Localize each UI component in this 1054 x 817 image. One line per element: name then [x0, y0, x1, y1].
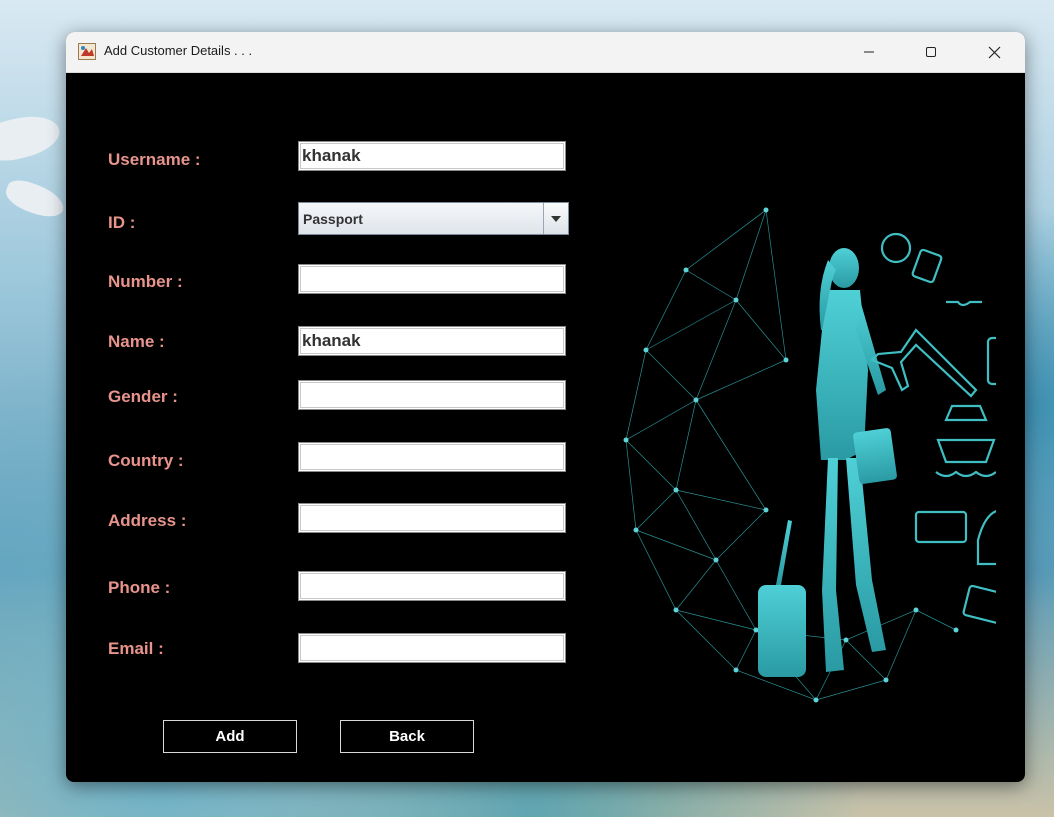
- dropdown-arrow-button[interactable]: [543, 203, 568, 234]
- add-button[interactable]: Add: [163, 720, 297, 753]
- sunglasses-icon: [946, 300, 982, 307]
- chevron-down-icon: [551, 215, 561, 222]
- background-plane-shape: [0, 108, 64, 168]
- java-app-icon: [78, 43, 96, 60]
- gender-input[interactable]: [298, 380, 566, 410]
- country-input[interactable]: [298, 442, 566, 472]
- traveler-woman-silhouette: [816, 248, 897, 672]
- phone-label: Phone :: [108, 578, 171, 597]
- id-label: ID :: [108, 213, 136, 232]
- address-label: Address :: [108, 511, 187, 530]
- title-bar[interactable]: Add Customer Details . . .: [66, 32, 1025, 73]
- airplane-icon: [870, 328, 978, 398]
- username-label: Username :: [108, 150, 201, 169]
- email-input[interactable]: [298, 633, 566, 663]
- number-input[interactable]: [298, 264, 566, 294]
- map-icon: [911, 248, 943, 284]
- maximize-button[interactable]: [908, 32, 954, 72]
- luggage-icon: [986, 336, 996, 386]
- maximize-icon: [926, 47, 936, 57]
- email-label: Email :: [108, 639, 164, 658]
- minimize-icon: [864, 51, 874, 53]
- minimize-button[interactable]: [846, 32, 892, 72]
- id-type-select[interactable]: Passport: [298, 202, 569, 235]
- name-input[interactable]: khanak: [298, 326, 566, 356]
- travel-icons-ring: [870, 232, 996, 626]
- country-label: Country :: [108, 451, 184, 470]
- suitcase-icon: [758, 520, 806, 677]
- travel-illustration: [623, 207, 996, 703]
- bed-icon: [914, 510, 968, 544]
- back-button[interactable]: Back: [340, 720, 474, 753]
- waves-icon: [935, 470, 996, 478]
- globe-icon: [880, 232, 912, 264]
- gender-label: Gender :: [108, 387, 178, 406]
- close-button[interactable]: [971, 32, 1017, 72]
- phone-input[interactable]: [298, 571, 566, 601]
- name-label: Name :: [108, 332, 165, 351]
- window-title: Add Customer Details . . .: [104, 43, 253, 58]
- background-plane-shape: [2, 175, 68, 223]
- add-customer-window: Add Customer Details . . . Username : kh…: [66, 32, 1025, 782]
- ticket-icon: [962, 584, 996, 626]
- id-type-selected: Passport: [303, 211, 363, 227]
- number-label: Number :: [108, 272, 183, 291]
- close-icon: [988, 46, 1000, 58]
- cruise-ship-icon: [936, 404, 996, 464]
- username-input[interactable]: khanak: [298, 141, 566, 171]
- address-input[interactable]: [298, 503, 566, 533]
- car-icon: [976, 510, 996, 566]
